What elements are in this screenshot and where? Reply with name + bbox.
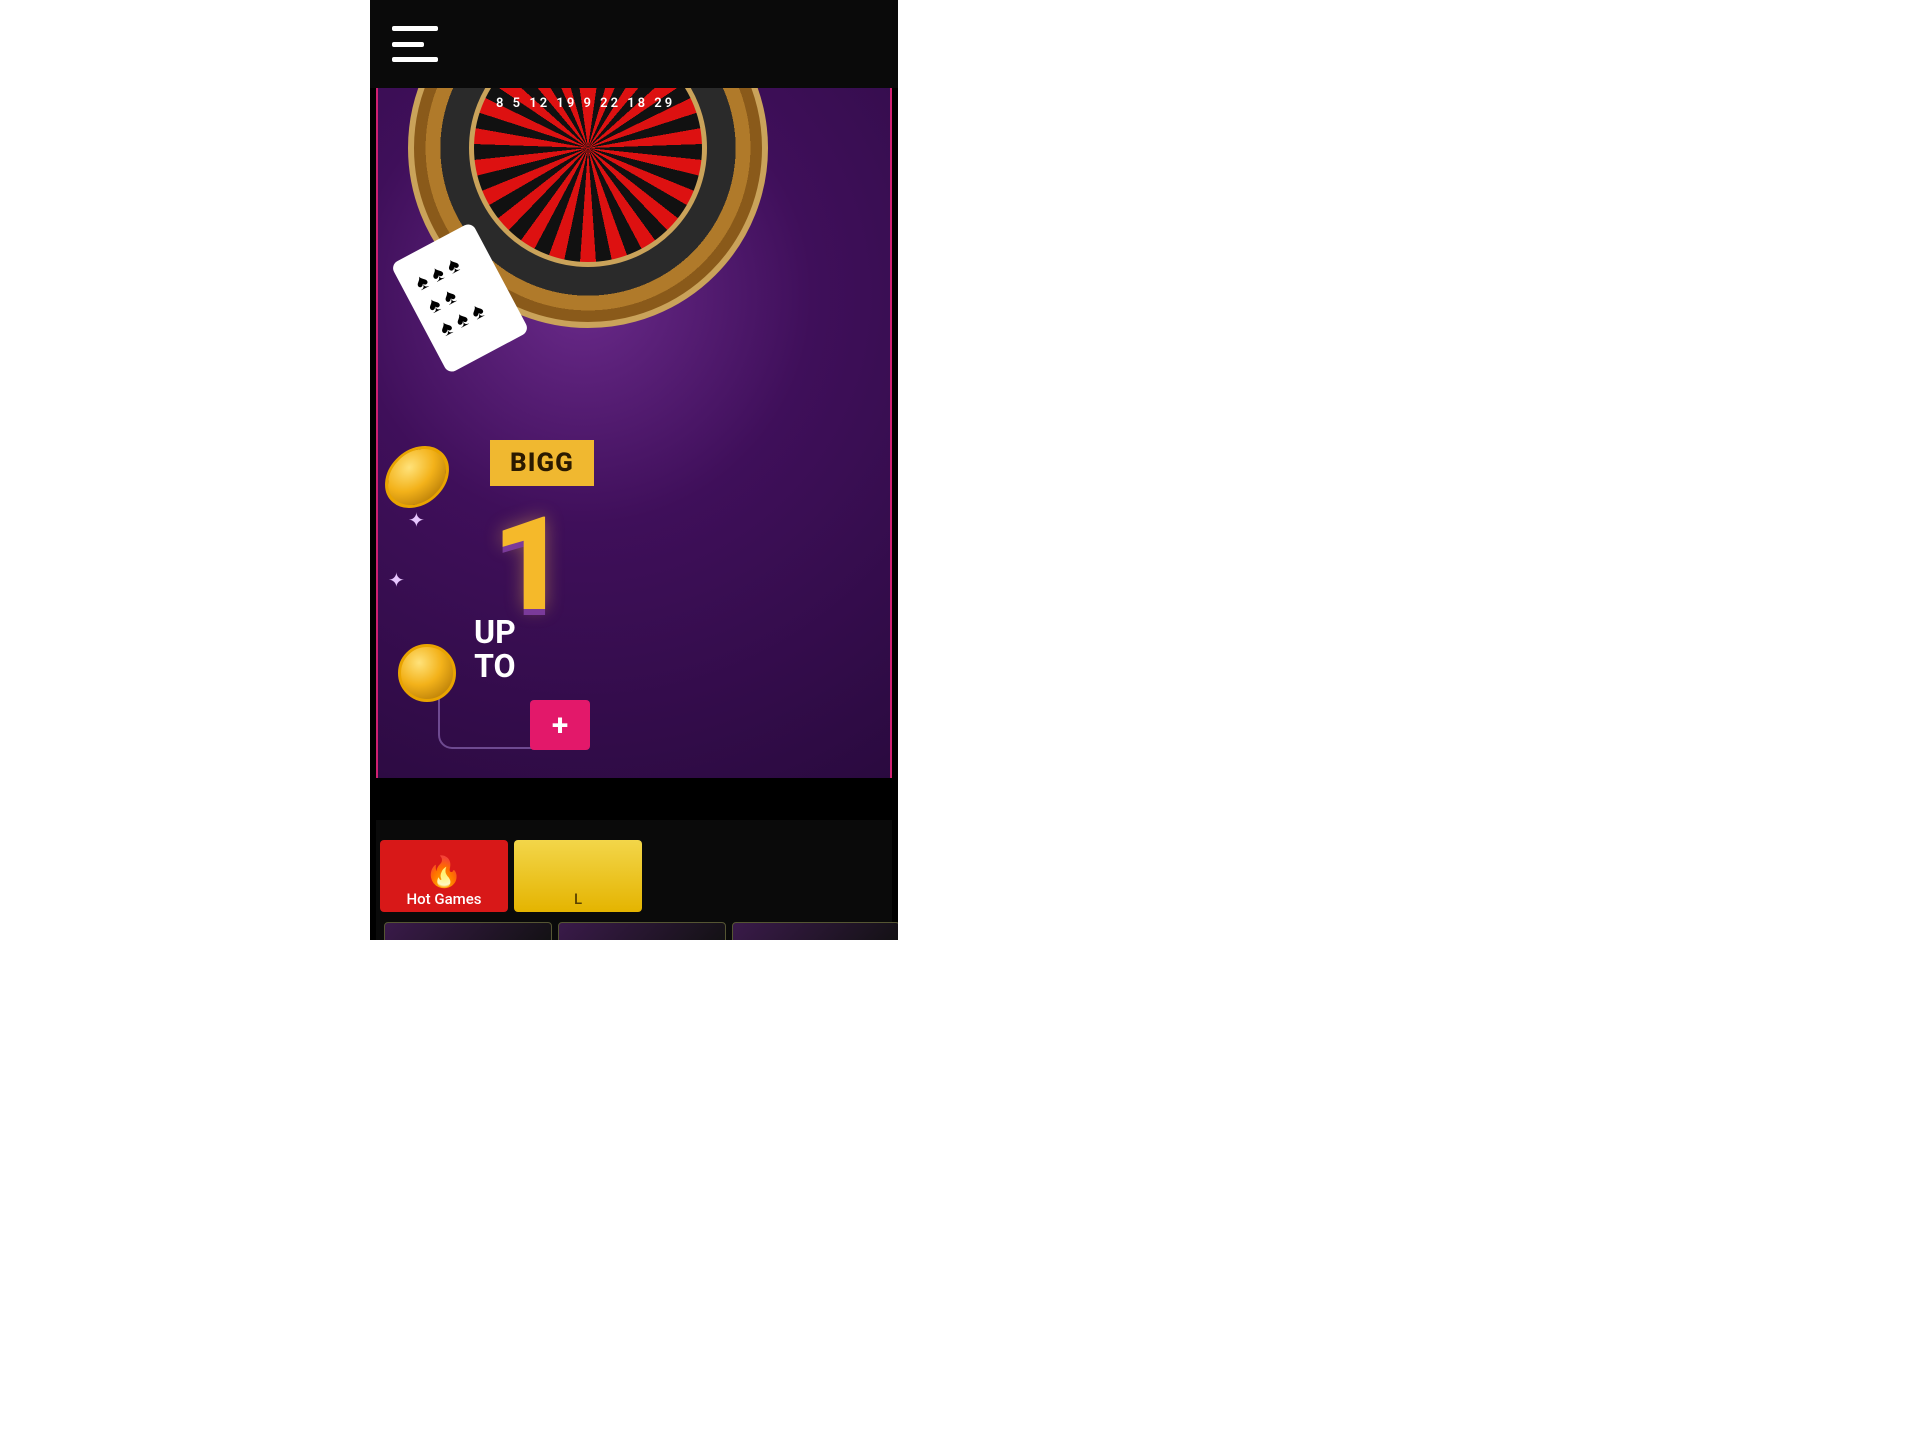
bottom-category-strip: 🔥 Hot Games L [376,820,892,940]
promo-cta-button[interactable]: + [530,700,590,750]
sparkle-icon: ✦ [408,508,425,532]
promo-banner: 8 5 12 19 9 22 18 29 ✦ ✦ BIGG 1 UP TO + [376,88,892,778]
category-label: Hot Games [407,890,482,908]
game-thumbnail[interactable] [558,922,726,940]
flame-icon: 🔥 [425,858,462,888]
hamburger-menu-icon[interactable] [392,26,438,62]
category-label: L [574,890,582,908]
coin-graphic [398,644,456,702]
phone-viewport: 8 5 12 19 9 22 18 29 ✦ ✦ BIGG 1 UP TO + … [370,0,898,940]
game-thumbnail[interactable] [732,922,898,940]
category-tile[interactable]: L [514,840,642,912]
sparkle-icon: ✦ [388,568,405,592]
site-header [370,0,898,88]
promo-ribbon: BIGG [490,440,594,486]
game-thumbnail[interactable] [384,922,552,940]
game-thumbnails [384,922,894,940]
roulette-numbers: 8 5 12 19 9 22 18 29 [496,96,675,111]
category-hot-games[interactable]: 🔥 Hot Games [380,840,508,912]
coin-graphic [383,441,451,513]
